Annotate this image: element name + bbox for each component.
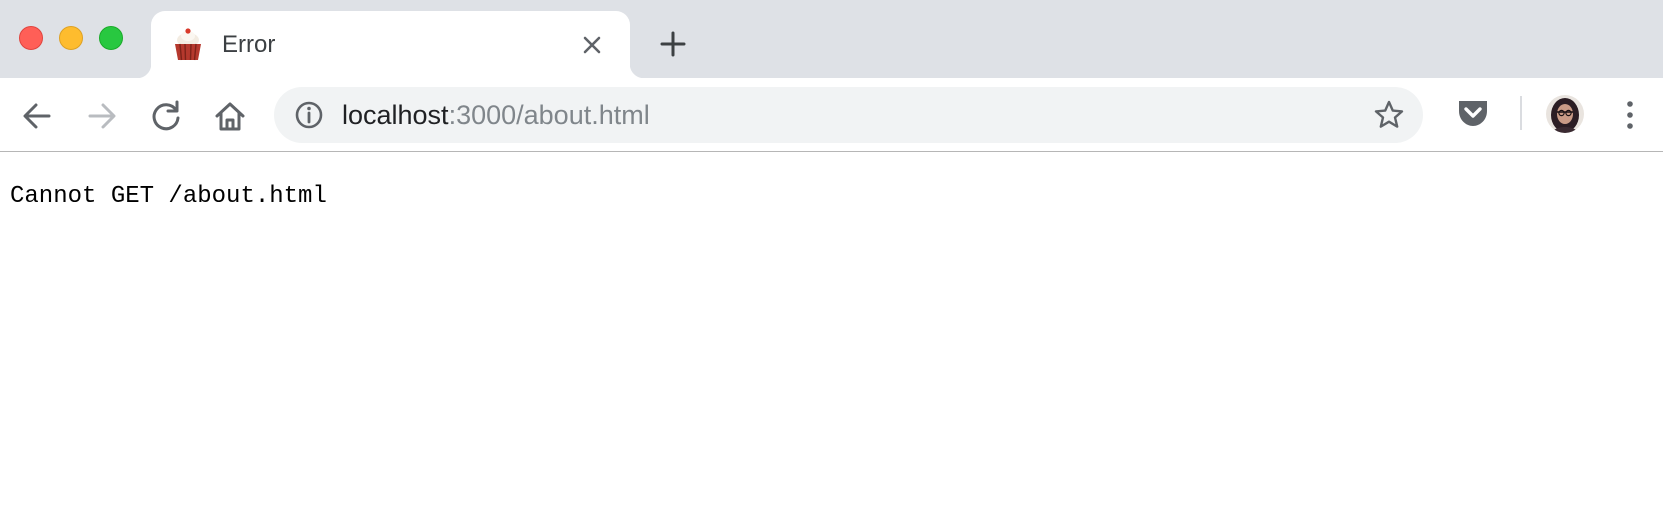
info-icon[interactable] [294, 100, 324, 130]
toolbar-divider [1520, 96, 1522, 130]
browser-tab-active[interactable]: Error [137, 11, 644, 78]
browser-window: Error localhost:3000/about.html Cannot G… [0, 0, 1663, 530]
plus-icon[interactable] [659, 30, 687, 58]
page-content: Cannot GET /about.html [0, 152, 1663, 530]
window-minimize-button[interactable] [59, 26, 83, 50]
url-path: :3000/about.html [448, 100, 650, 130]
pocket-icon[interactable] [1456, 98, 1490, 128]
url-text[interactable]: localhost:3000/about.html [342, 100, 650, 130]
tab-title: Error [222, 31, 276, 58]
url-host: localhost [342, 100, 449, 130]
tab-strip: Error [0, 0, 1663, 78]
cupcake-icon [175, 28, 201, 61]
star-icon[interactable] [1373, 99, 1405, 131]
three-dots-vertical-icon[interactable] [1620, 98, 1640, 132]
error-message: Cannot GET /about.html [10, 183, 327, 210]
home-icon[interactable] [212, 98, 248, 134]
arrow-left-icon[interactable] [19, 98, 55, 134]
window-maximize-button[interactable] [99, 26, 123, 50]
address-bar[interactable]: localhost:3000/about.html [274, 87, 1423, 143]
reload-icon[interactable] [148, 98, 184, 134]
close-icon[interactable] [579, 32, 605, 58]
arrow-right-icon[interactable] [84, 98, 120, 134]
browser-toolbar: localhost:3000/about.html [0, 78, 1663, 152]
window-close-button[interactable] [19, 26, 43, 50]
profile-avatar[interactable] [1546, 95, 1584, 133]
